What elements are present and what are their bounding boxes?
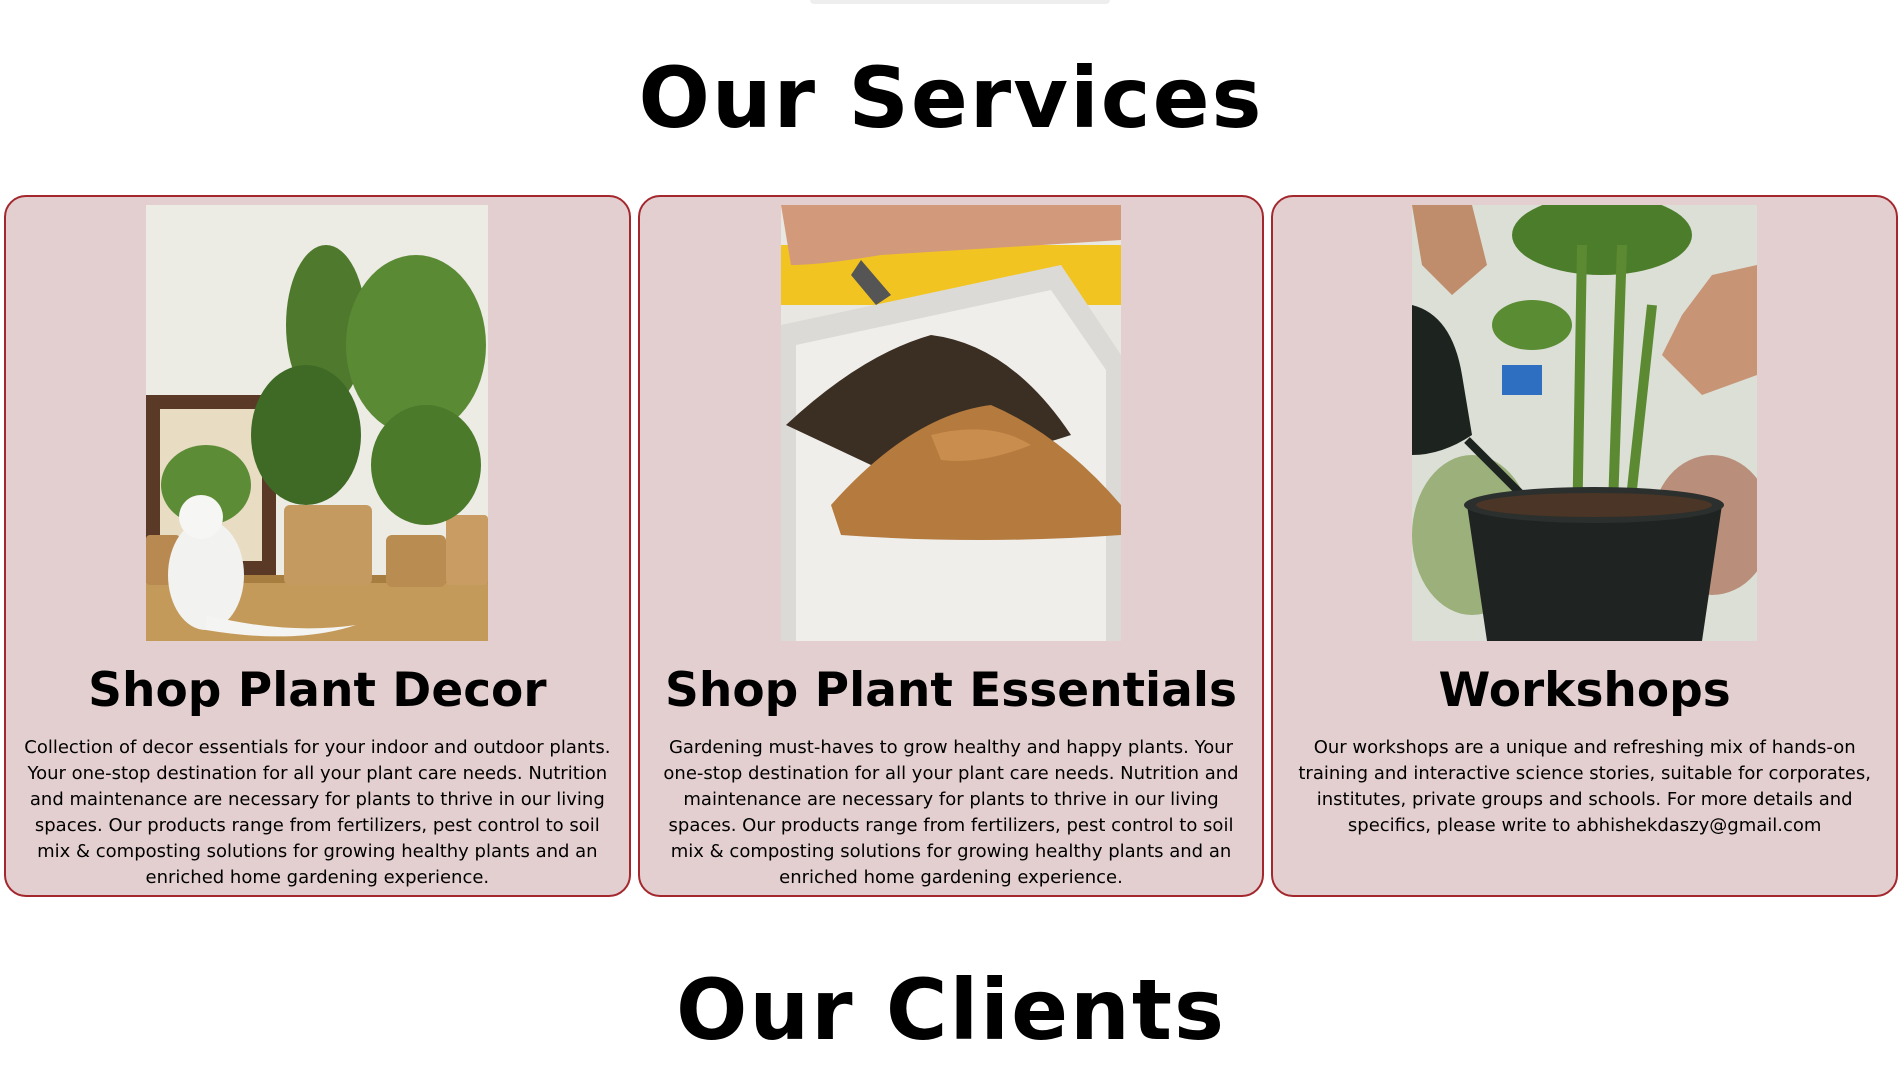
- service-card-title: Shop Plant Decor: [88, 663, 547, 718]
- workshops-image: [1412, 205, 1758, 641]
- service-card-workshops[interactable]: Workshops Our workshops are a unique and…: [1271, 195, 1899, 897]
- service-card-plant-decor[interactable]: Shop Plant Decor Collection of decor ess…: [4, 195, 631, 897]
- plant-decor-photo: [146, 205, 489, 641]
- service-card-description: Gardening must-haves to grow healthy and…: [663, 736, 1239, 888]
- services-heading: Our Services: [638, 49, 1264, 147]
- plant-essentials-image: [781, 205, 1121, 641]
- plant-decor-image: [146, 205, 489, 641]
- watering-plant-photo: [1412, 205, 1758, 641]
- top-divider: [810, 0, 1110, 4]
- service-card-title: Workshops: [1438, 663, 1731, 718]
- service-card-title: Shop Plant Essentials: [665, 663, 1237, 718]
- service-card-plant-essentials[interactable]: Shop Plant Essentials Gardening must-hav…: [637, 195, 1265, 897]
- service-card-description: Collection of decor essentials for your …: [24, 736, 611, 888]
- service-card-description: Our workshops are a unique and refreshin…: [1298, 736, 1871, 836]
- soil-mix-photo: [781, 205, 1121, 641]
- services-cards: Shop Plant Decor Collection of decor ess…: [4, 195, 1899, 897]
- clients-heading: Our Clients: [675, 961, 1227, 1059]
